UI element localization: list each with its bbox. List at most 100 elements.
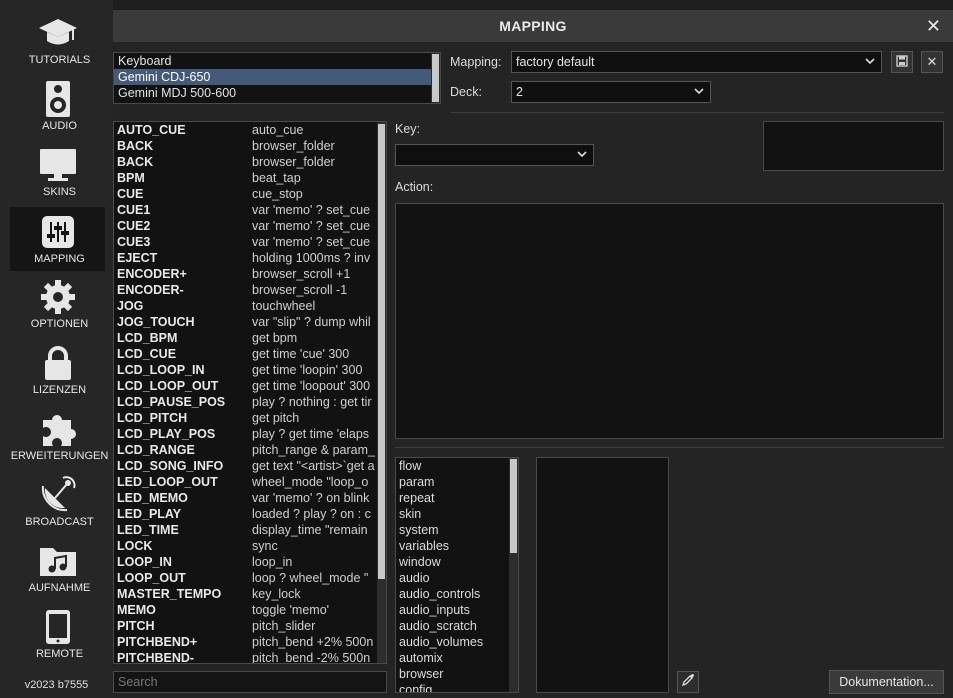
table-row[interactable]: ENCODER-browser_scroll -1 [114,282,386,298]
list-item[interactable]: browser [396,666,518,682]
monitor-icon [10,146,105,184]
table-row[interactable]: LED_MEMO var 'memo' ? on blink [114,490,386,506]
close-button[interactable]: ✕ [926,16,941,37]
table-row[interactable]: CUE1 var 'memo' ? set_cue [114,202,386,218]
sidebar-item-tutorials[interactable]: TUTORIALS [10,8,105,72]
sidebar-item-mapping[interactable]: MAPPING [10,207,105,271]
list-item[interactable]: skin [396,506,518,522]
table-row[interactable]: PITCH pitch_slider [114,618,386,634]
list-item[interactable]: Gemini MDJ 500-600 [114,85,440,101]
action-editor[interactable] [395,203,944,439]
sidebar-item-aufnahme[interactable]: AUFNAHME [10,536,105,600]
sidebar-item-remote[interactable]: REMOTE [10,602,105,666]
table-row[interactable]: PITCHBEND+ pitch_bend +2% 500n [114,634,386,650]
category-list-scrollbar[interactable] [509,458,518,692]
sidebar-item-skins[interactable]: SKINS [10,140,105,204]
list-item[interactable]: audio_scratch [396,618,518,634]
key-name: LCD_CUE [117,347,177,361]
list-item[interactable]: system [396,522,518,538]
scrollbar-thumb[interactable] [378,124,385,579]
table-row[interactable]: LCD_LOOP_OUT get time 'loopout' 300 [114,378,386,394]
table-row[interactable]: LED_TIME display_time "remain [114,522,386,538]
sidebar-item-label: BROADCAST [25,516,94,528]
scrollbar-thumb[interactable] [510,459,517,553]
sidebar-item-label: SKINS [42,186,76,198]
picker-button[interactable] [677,671,699,693]
table-row[interactable]: LCD_PAUSE_POS play ? nothing : get tir [114,394,386,410]
key-action: play ? nothing : get tir [252,395,372,409]
list-item[interactable]: audio_controls [396,586,518,602]
mapping-select[interactable]: factory default [511,51,882,73]
table-row[interactable]: PITCHBEND-pitch_bend -2% 500n [114,650,386,663]
key-select[interactable] [395,144,594,166]
search-input[interactable]: Search [113,671,387,693]
key-action: var "slip" ? dump whil [252,315,371,329]
table-row[interactable]: JOG touchwheel [114,298,386,314]
table-row[interactable]: LCD_LOOP_IN get time 'loopin' 300 [114,362,386,378]
key-action: get time 'loopout' 300 [252,379,371,393]
table-row[interactable]: MASTER_TEMPO key_lock [114,586,386,602]
table-row[interactable]: LOOP_OUT loop ? wheel_mode " [114,570,386,586]
sidebar-item-lizenzen[interactable]: LIZENZEN [10,338,105,402]
list-item[interactable]: config [396,682,518,692]
table-row[interactable]: BACK browser_folder [114,138,386,154]
table-row[interactable]: CUE2 var 'memo' ? set_cue [114,218,386,234]
list-item[interactable]: audio_inputs [396,602,518,618]
delete-button[interactable]: ✕ [921,51,943,73]
list-item[interactable]: Keyboard [114,53,440,69]
table-row[interactable]: BPM beat_tap [114,170,386,186]
mapping-label: Mapping: [450,55,502,69]
table-row[interactable]: EJECT holding 1000ms ? inv [114,250,386,266]
device-list-scrollbar[interactable] [431,53,440,103]
action-label: Action: [395,180,434,194]
documentation-button[interactable]: Dokumentation... [829,670,944,694]
table-row[interactable]: LCD_SONG_INFO get text "<artist>`get a [114,458,386,474]
deck-select[interactable]: 2 [511,81,711,103]
category-list[interactable]: flow param repeat skin system variables window… [395,457,519,693]
scrollbar-thumb[interactable] [432,54,439,102]
list-item[interactable]: Gemini CDJ-650 [114,69,440,85]
table-row[interactable]: LCD_PLAY_POS play ? get time 'elaps [114,426,386,442]
list-item[interactable]: flow [396,458,518,474]
mapping-window: MAPPING ✕ Keyboard Gemini CDJ-650 Gemini… [113,10,953,698]
list-item[interactable]: audio_volumes [396,634,518,650]
keys-list-scrollbar[interactable] [377,122,386,663]
verb-list[interactable] [536,457,669,693]
list-item[interactable]: repeat [396,490,518,506]
key-name: JOG_TOUCH [117,315,195,329]
keys-list[interactable]: AUTO_CUE auto_cue BACK browser_folder BACK br… [113,121,387,664]
key-action: get pitch [252,411,300,425]
key-action: pitch_slider [252,619,316,633]
deck-select-value: 2 [516,85,523,99]
table-row[interactable]: CUE3 var 'memo' ? set_cue [114,234,386,250]
sidebar-item-broadcast[interactable]: BROADCAST [10,470,105,534]
table-row[interactable]: LED_PLAY loaded ? play ? on : c [114,506,386,522]
sidebar-item-optionen[interactable]: OPTIONEN [10,272,105,336]
table-row[interactable]: CUE cue_stop [114,186,386,202]
key-action: browser_folder [252,155,335,169]
list-item[interactable]: variables [396,538,518,554]
list-item[interactable]: audio [396,570,518,586]
list-item[interactable]: automix [396,650,518,666]
table-row[interactable]: MEMO toggle 'memo' [114,602,386,618]
table-row[interactable]: JOG_TOUCH var "slip" ? dump whil [114,314,386,330]
table-row[interactable]: LCD_PITCH get pitch [114,410,386,426]
table-row[interactable]: AUTO_CUE auto_cue [114,122,386,138]
sidebar-item-erweiterungen[interactable]: ERWEITERUNGEN [10,404,108,468]
sidebar-item-audio[interactable]: AUDIO [10,74,105,138]
table-row[interactable]: LOCK sync [114,538,386,554]
list-item[interactable]: param [396,474,518,490]
table-row[interactable]: LCD_RANGE pitch_range & param_ [114,442,386,458]
key-name: LOOP_IN [117,555,172,569]
device-list[interactable]: Keyboard Gemini CDJ-650 Gemini MDJ 500-6… [113,52,441,104]
table-row[interactable]: LCD_CUE get time 'cue' 300 [114,346,386,362]
table-row[interactable]: ENCODER+ browser_scroll +1 [114,266,386,282]
table-row[interactable]: LOOP_IN loop_in [114,554,386,570]
key-action: sync [252,539,278,553]
list-item[interactable]: window [396,554,518,570]
table-row[interactable]: BACK browser_folder [114,154,386,170]
save-button[interactable] [891,51,913,73]
key-action: toggle 'memo' [252,603,330,617]
table-row[interactable]: LED_LOOP_OUT wheel_mode "loop_o [114,474,386,490]
table-row[interactable]: LCD_BPM get bpm [114,330,386,346]
